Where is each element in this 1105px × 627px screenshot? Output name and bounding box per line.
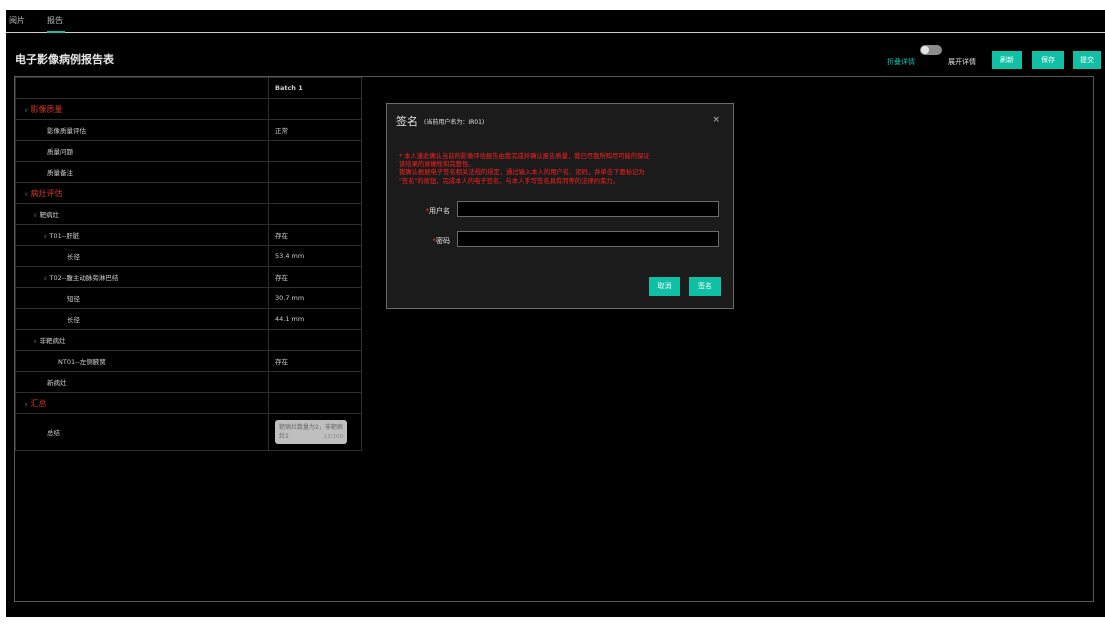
row-label: 非靶病灶 <box>39 337 66 345</box>
report-table: Batch 1 ∨ 影像质量 影像质量评估 正常 质量问题 质量备注 ∨ 病灶评… <box>15 77 362 451</box>
table-row: ∨ 汇总 <box>15 392 362 414</box>
tab-reading[interactable]: 阅片 <box>9 15 25 26</box>
row-value[interactable]: 存在 <box>268 266 362 288</box>
collapse-chevron-icon[interactable]: ∨ <box>43 233 47 240</box>
row-value[interactable] <box>268 140 362 162</box>
notice-line: "签名"的按钮，完成本人的电子签名，与本人手写签名具有同等的法律约束力。 <box>399 177 619 185</box>
details-toggle[interactable] <box>920 45 942 55</box>
password-field[interactable] <box>457 231 719 247</box>
row-value[interactable]: 53.4 mm <box>268 245 362 267</box>
table-row: ∨ T02--腹主动脉旁淋巴结 存在 <box>15 266 362 288</box>
table-row: 长径 44.1 mm <box>15 308 362 330</box>
row-label: 总结 <box>15 413 269 451</box>
refresh-button[interactable]: 刷新 <box>992 51 1022 69</box>
table-row: 长径 53.4 mm <box>15 245 362 267</box>
table-row: 质量备注 <box>15 161 362 183</box>
notice-line: * 本人谨此确认当前的影像评估报告由我完成并确认报告质量，我已尽我所知尽可能的保… <box>399 153 650 160</box>
close-icon[interactable]: × <box>712 115 720 125</box>
sign-button[interactable]: 签名 <box>689 277 721 296</box>
table-header-row: Batch 1 <box>15 77 362 99</box>
table-row: 新病灶 <box>15 371 362 393</box>
row-label: NT01--左侧腋窝 <box>15 350 269 372</box>
table-row: 质量问题 <box>15 140 362 162</box>
row-label: 质量问题 <box>15 140 269 162</box>
notice-line: 我确认根据电子签名相关法规的规定，通过输入本人的用户名、密码，并单击下面标记为 <box>399 169 645 177</box>
row-value[interactable]: 存在 <box>268 224 362 246</box>
collapse-chevron-icon[interactable]: ∨ <box>24 107 28 114</box>
collapse-chevron-icon[interactable]: ∨ <box>43 275 47 282</box>
table-row: 总结 靶病灶数量为2，非靶病灶1 13/100 <box>15 413 362 451</box>
table-row: ∨ 病灶评估 <box>15 182 362 204</box>
collapse-chevron-icon[interactable]: ∨ <box>33 212 37 219</box>
table-row: ∨ T01--肝脏 存在 <box>15 224 362 246</box>
row-value[interactable]: 存在 <box>268 350 362 372</box>
row-value[interactable]: 正常 <box>268 119 362 141</box>
collapse-chevron-icon[interactable]: ∨ <box>24 191 28 198</box>
row-label: 新病灶 <box>15 371 269 393</box>
cancel-button[interactable]: 取消 <box>649 277 680 296</box>
table-row: ∨ 影像质量 <box>15 98 362 120</box>
toggle-knob <box>921 46 929 54</box>
table-row: 短径 30.7 mm <box>15 287 362 309</box>
table-row: ∨ 靶病灶 <box>15 203 362 225</box>
table-row: 影像质量评估 正常 <box>15 119 362 141</box>
collapse-chevron-icon[interactable]: ∨ <box>33 338 37 345</box>
row-label: 靶病灶 <box>39 211 59 219</box>
summary-textarea[interactable]: 靶病灶数量为2，非靶病灶1 13/100 <box>275 420 347 444</box>
table-row: NT01--左侧腋窝 存在 <box>15 350 362 372</box>
save-button[interactable]: 保存 <box>1032 51 1064 69</box>
row-label: T01--肝脏 <box>49 232 80 240</box>
row-label: 长径 <box>15 308 269 330</box>
signature-dialog: 签名 (当前用户名为：IR01) × * 本人谨此确认当前的影像评估报告由我完成… <box>386 103 734 309</box>
username-field[interactable] <box>457 201 719 217</box>
page-title: 电子影像病例报告表 <box>15 53 114 66</box>
row-value[interactable]: 44.1 mm <box>268 308 362 330</box>
signature-notice: * 本人谨此确认当前的影像评估报告由我完成并确认报告质量，我已尽我所知尽可能的保… <box>399 153 729 186</box>
tab-report[interactable]: 报告 <box>47 15 63 26</box>
dialog-subtitle: (当前用户名为：IR01) <box>424 119 485 126</box>
expand-details-label[interactable]: 展开详情 <box>948 57 976 67</box>
collapse-chevron-icon[interactable]: ∨ <box>24 401 28 408</box>
row-label: 长径 <box>15 245 269 267</box>
dialog-title: 签名 <box>396 115 418 128</box>
row-value[interactable]: 30.7 mm <box>268 287 362 309</box>
column-header-batch: Batch 1 <box>268 77 362 99</box>
row-label: 影像质量评估 <box>15 119 269 141</box>
row-value[interactable] <box>268 161 362 183</box>
submit-button[interactable]: 提交 <box>1073 51 1101 69</box>
password-label: *密码 <box>432 237 451 245</box>
row-label: T02--腹主动脉旁淋巴结 <box>49 274 119 282</box>
username-label: *用户名 <box>425 207 451 215</box>
section-image-quality: 影像质量 <box>30 104 63 114</box>
section-lesion-assessment: 病灶评估 <box>30 188 63 198</box>
row-label: 短径 <box>15 287 269 309</box>
section-summary: 汇总 <box>30 398 47 408</box>
tab-bar: 阅片 报告 <box>6 10 1105 33</box>
summary-char-count: 13/100 <box>323 434 343 440</box>
row-label: 质量备注 <box>15 161 269 183</box>
table-row: ∨ 非靶病灶 <box>15 329 362 351</box>
collapse-details-label[interactable]: 折叠详情 <box>887 57 915 67</box>
tab-active-indicator <box>47 31 65 33</box>
